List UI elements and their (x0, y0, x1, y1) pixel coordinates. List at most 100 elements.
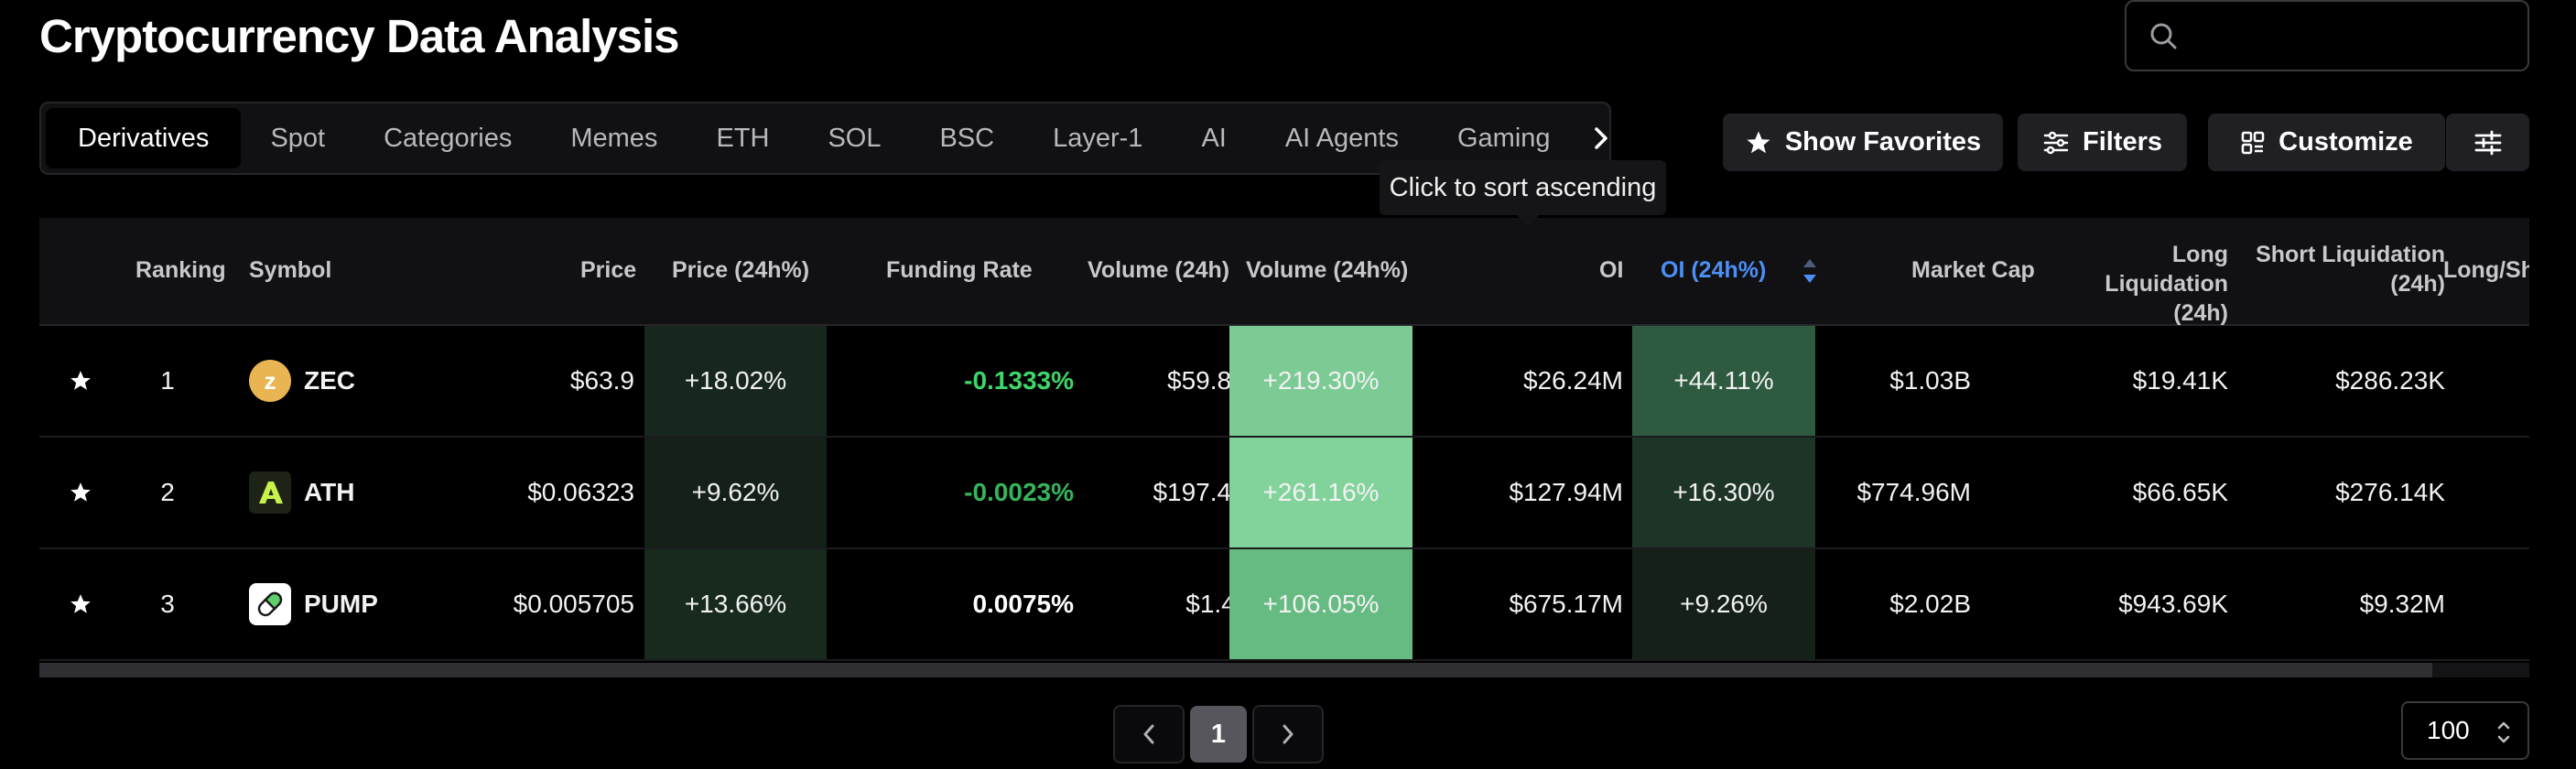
header-long-liquidation[interactable]: Long Liquidation (24h) (2059, 240, 2228, 328)
sort-tooltip: Click to sort ascending (1380, 160, 1666, 226)
table-row[interactable]: 3 PUMP $0.005705 +13.66% 0.0075% $1.46B … (39, 549, 2529, 661)
funding-rate-cell: -0.0023% (827, 438, 1074, 547)
tab-sol[interactable]: SOL (798, 108, 910, 168)
show-favorites-label: Show Favorites (1784, 127, 1982, 157)
page: Cryptocurrency Data Analysis Derivatives… (0, 0, 2576, 769)
header-oi[interactable]: OI (1599, 255, 1623, 285)
market-cap-cell: $774.96M (1856, 478, 1971, 506)
funding-rate-value: -0.0023% (964, 478, 1074, 506)
sliders-icon (2043, 131, 2069, 154)
header-funding-rate[interactable]: Funding Rate (886, 255, 1033, 285)
previous-page-button[interactable] (1113, 705, 1185, 764)
funding-rate-value: 0.0075% (972, 590, 1074, 618)
header-volume-24h[interactable]: Volume (24h) (1088, 255, 1229, 285)
tab-derivatives[interactable]: Derivatives (46, 108, 242, 168)
price-24h-cell: +18.02% (644, 326, 827, 436)
table-row[interactable]: 2 ATH $0.06323 +9.62% -0.0023% $197.48M … (39, 438, 2529, 549)
chevron-left-icon (1143, 724, 1154, 744)
filters-label: Filters (2082, 127, 2163, 157)
table-row[interactable]: 1 z ZEC $63.9 +18.02% -0.1333% $59.83M +… (39, 326, 2529, 438)
tab-ai[interactable]: AI (1172, 108, 1255, 168)
pump-coin-icon (249, 583, 291, 625)
tab-spot[interactable]: Spot (241, 108, 354, 168)
page-size-select[interactable]: 100 (2401, 701, 2529, 760)
long-liquidation-cell: $19.41K (2132, 366, 2228, 395)
filters-button[interactable]: Filters (2018, 114, 2187, 171)
tab-layer-1[interactable]: Layer-1 (1023, 108, 1172, 168)
volume-24h-pct-cell: +219.30% (1229, 326, 1412, 436)
favorite-star-button[interactable] (39, 326, 122, 436)
header-market-cap[interactable]: Market Cap (1911, 255, 2035, 285)
short-liquidation-cell: $286.23K (2335, 366, 2445, 395)
spinner-icon[interactable] (2496, 719, 2511, 746)
star-icon (70, 371, 91, 390)
tab-bsc[interactable]: BSC (910, 108, 1023, 168)
oi-cell: $26.24M (1523, 366, 1623, 395)
long-liquidation-cell: $66.65K (2132, 478, 2228, 506)
header-long-short[interactable]: Long/Sho (2443, 255, 2529, 285)
symbol-label: ZEC (304, 366, 355, 395)
symbol-cell[interactable]: z ZEC (249, 326, 432, 436)
header-long-liquidation-line2: (24h) (2173, 300, 2228, 326)
tab-memes[interactable]: Memes (541, 108, 687, 168)
page-size-value: 100 (2427, 716, 2470, 744)
symbol-cell[interactable]: ATH (249, 438, 432, 547)
chevron-right-icon (1283, 724, 1293, 744)
tooltip-text: Click to sort ascending (1389, 172, 1657, 202)
long-liquidation-cell: $943.69K (2118, 590, 2228, 618)
oi-24h-cell: +9.26% (1632, 549, 1815, 659)
customize-button[interactable]: Customize (2208, 114, 2445, 171)
star-icon (70, 482, 91, 502)
header-short-liquidation-line2: (24h) (2390, 271, 2445, 297)
settings-icon (2474, 130, 2501, 155)
symbol-cell[interactable]: PUMP (249, 549, 432, 659)
funding-rate-cell: -0.1333% (827, 326, 1074, 436)
oi-24h-cell: +44.11% (1632, 326, 1815, 436)
header-oi-24h[interactable]: OI (24h%) (1661, 255, 1766, 285)
oi-cell: $675.17M (1509, 590, 1623, 618)
show-favorites-button[interactable]: Show Favorites (1723, 114, 2003, 171)
horizontal-scrollbar[interactable] (39, 663, 2529, 677)
oi-24h-cell: +16.30% (1632, 438, 1815, 547)
header-short-liquidation-line1: Short Liquidation (2256, 242, 2445, 267)
header-price[interactable]: Price (580, 255, 636, 285)
rank-cell: 3 (160, 590, 175, 618)
tab-eth[interactable]: ETH (687, 108, 798, 168)
zec-coin-icon: z (249, 360, 291, 402)
short-liquidation-cell: $276.14K (2335, 478, 2445, 506)
header-symbol[interactable]: Symbol (249, 255, 331, 285)
column-settings-button[interactable] (2446, 114, 2529, 171)
header-price-24h[interactable]: Price (24h%) (672, 255, 809, 285)
chevron-right-icon (1594, 127, 1607, 149)
market-cap-cell: $1.03B (1889, 366, 1971, 395)
favorite-star-button[interactable] (39, 549, 122, 659)
volume-24h-pct-cell: +106.05% (1229, 549, 1412, 659)
page-button-current[interactable]: 1 (1190, 706, 1247, 763)
search-input[interactable] (2125, 0, 2529, 71)
volume-24h-pct-cell: +261.16% (1229, 438, 1412, 547)
tooltip-arrow (1515, 213, 1541, 226)
category-tabs: Derivatives Spot Categories Memes ETH SO… (39, 102, 1611, 175)
tab-categories[interactable]: Categories (354, 108, 541, 168)
customize-label: Customize (2278, 127, 2413, 157)
header-short-liquidation[interactable]: Short Liquidation (24h) (2253, 240, 2445, 298)
price-cell: $63.9 (569, 366, 634, 395)
data-table: Ranking Symbol Price Price (24h%) Fundin… (39, 218, 2529, 662)
scrollbar-thumb[interactable] (39, 663, 2432, 677)
grid-icon (2241, 131, 2265, 154)
sort-icon[interactable] (1802, 257, 1818, 285)
favorite-star-button[interactable] (39, 438, 122, 547)
funding-rate-value: -0.1333% (964, 366, 1074, 395)
symbol-label: ATH (304, 478, 355, 506)
table-header: Ranking Symbol Price Price (24h%) Fundin… (39, 218, 2529, 326)
header-ranking[interactable]: Ranking (135, 255, 226, 285)
next-page-button[interactable] (1252, 705, 1324, 764)
short-liquidation-cell: $9.32M (2359, 590, 2445, 618)
search-icon (2150, 23, 2177, 49)
rank-cell: 1 (160, 366, 175, 395)
header-long-liquidation-line1: Long Liquidation (2105, 242, 2228, 297)
header-volume-24h-pct[interactable]: Volume (24h%) (1246, 255, 1408, 285)
price-24h-cell: +9.62% (644, 438, 827, 547)
price-cell: $0.06323 (527, 478, 634, 506)
funding-rate-cell: 0.0075% (827, 549, 1074, 659)
